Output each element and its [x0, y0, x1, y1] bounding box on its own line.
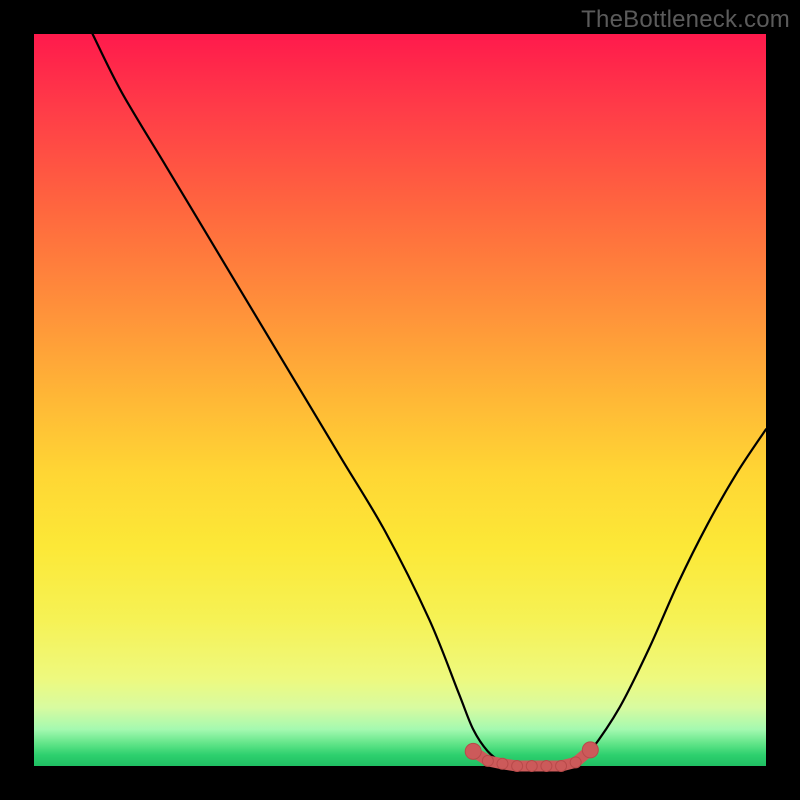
highlight-marker: [582, 742, 598, 758]
highlight-marker: [465, 743, 481, 759]
highlight-marker: [497, 758, 508, 769]
highlight-marker: [526, 761, 537, 772]
highlight-marker: [570, 757, 581, 768]
plot-area: [34, 34, 766, 766]
highlight-marker: [512, 761, 523, 772]
chart-frame: TheBottleneck.com: [0, 0, 800, 800]
highlight-marker: [482, 755, 493, 766]
bottleneck-curve: [93, 34, 766, 767]
curve-svg: [34, 34, 766, 766]
highlight-marker: [556, 761, 567, 772]
watermark-text: TheBottleneck.com: [581, 6, 790, 34]
highlight-marker: [541, 761, 552, 772]
highlight-markers: [465, 742, 598, 772]
